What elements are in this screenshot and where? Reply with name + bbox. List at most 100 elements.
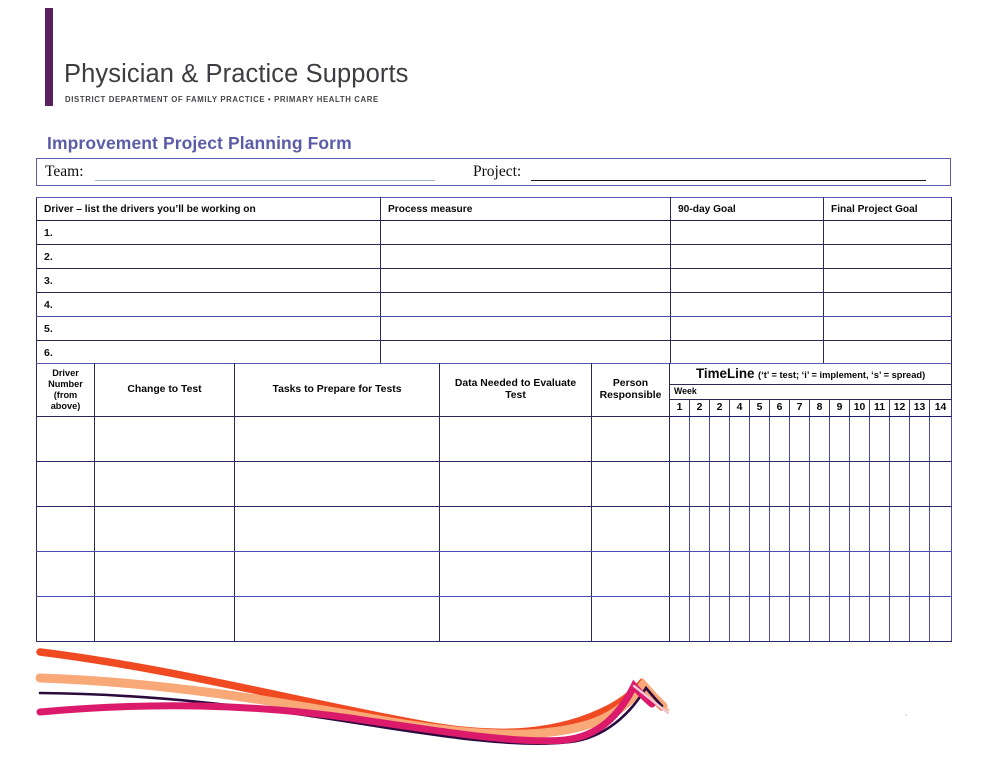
week-cell[interactable] <box>749 461 770 507</box>
week-cell[interactable] <box>709 506 730 552</box>
week-cell[interactable] <box>928 551 953 597</box>
week-cell[interactable] <box>829 506 850 552</box>
driver-number-cell[interactable] <box>36 461 95 507</box>
week-cell[interactable] <box>709 551 730 597</box>
week-cell[interactable] <box>669 416 690 462</box>
week-cell[interactable] <box>769 596 790 642</box>
team-input-rule[interactable] <box>95 180 435 182</box>
week-cell[interactable] <box>809 596 830 642</box>
week-cell[interactable] <box>849 551 870 597</box>
tasks-cell[interactable] <box>234 416 440 462</box>
week-cell[interactable] <box>729 416 750 462</box>
week-cell[interactable] <box>869 551 890 597</box>
data-needed-cell[interactable] <box>439 416 592 462</box>
week-cell[interactable] <box>809 461 830 507</box>
ninety-day-goal-cell[interactable] <box>670 268 824 293</box>
process-measure-cell[interactable] <box>380 292 671 317</box>
week-cell[interactable] <box>928 416 953 462</box>
driver-number-cell[interactable] <box>36 416 95 462</box>
week-cell[interactable] <box>849 416 870 462</box>
week-cell[interactable] <box>789 416 810 462</box>
data-needed-cell[interactable] <box>439 506 592 552</box>
week-cell[interactable] <box>829 461 850 507</box>
driver-row-number[interactable]: 4. <box>36 292 381 317</box>
week-cell[interactable] <box>669 551 690 597</box>
week-cell[interactable] <box>789 461 810 507</box>
process-measure-cell[interactable] <box>380 220 671 245</box>
week-cell[interactable] <box>689 551 710 597</box>
week-cell[interactable] <box>689 506 710 552</box>
tasks-cell[interactable] <box>234 506 440 552</box>
week-cell[interactable] <box>928 506 953 552</box>
process-measure-cell[interactable] <box>380 268 671 293</box>
project-input-rule[interactable] <box>531 180 926 182</box>
week-cell[interactable] <box>669 461 690 507</box>
week-cell[interactable] <box>769 506 790 552</box>
week-cell[interactable] <box>729 551 750 597</box>
week-cell[interactable] <box>669 596 690 642</box>
data-needed-cell[interactable] <box>439 461 592 507</box>
week-cell[interactable] <box>809 416 830 462</box>
week-cell[interactable] <box>928 461 953 507</box>
week-cell[interactable] <box>689 416 710 462</box>
change-to-test-cell[interactable] <box>94 596 235 642</box>
driver-row-number[interactable]: 2. <box>36 244 381 269</box>
driver-row-number[interactable]: 6. <box>36 340 381 365</box>
week-cell[interactable] <box>749 416 770 462</box>
tasks-cell[interactable] <box>234 461 440 507</box>
change-to-test-cell[interactable] <box>94 506 235 552</box>
week-cell[interactable] <box>829 416 850 462</box>
week-cell[interactable] <box>789 551 810 597</box>
week-cell[interactable] <box>869 506 890 552</box>
week-cell[interactable] <box>789 506 810 552</box>
final-goal-cell[interactable] <box>823 220 952 245</box>
week-cell[interactable] <box>689 461 710 507</box>
change-to-test-cell[interactable] <box>94 551 235 597</box>
final-goal-cell[interactable] <box>823 292 952 317</box>
person-responsible-cell[interactable] <box>591 506 670 552</box>
week-cell[interactable] <box>749 551 770 597</box>
week-cell[interactable] <box>909 551 930 597</box>
week-cell[interactable] <box>729 596 750 642</box>
process-measure-cell[interactable] <box>380 316 671 341</box>
week-cell[interactable] <box>928 596 953 642</box>
ninety-day-goal-cell[interactable] <box>670 340 824 365</box>
week-cell[interactable] <box>729 461 750 507</box>
week-cell[interactable] <box>689 596 710 642</box>
ninety-day-goal-cell[interactable] <box>670 244 824 269</box>
week-cell[interactable] <box>749 506 770 552</box>
week-cell[interactable] <box>769 416 790 462</box>
person-responsible-cell[interactable] <box>591 461 670 507</box>
week-cell[interactable] <box>849 461 870 507</box>
driver-number-cell[interactable] <box>36 551 95 597</box>
process-measure-cell[interactable] <box>380 340 671 365</box>
week-cell[interactable] <box>729 506 750 552</box>
week-cell[interactable] <box>889 461 910 507</box>
driver-number-cell[interactable] <box>36 596 95 642</box>
week-cell[interactable] <box>909 416 930 462</box>
ninety-day-goal-cell[interactable] <box>670 292 824 317</box>
week-cell[interactable] <box>749 596 770 642</box>
tasks-cell[interactable] <box>234 596 440 642</box>
person-responsible-cell[interactable] <box>591 416 670 462</box>
person-responsible-cell[interactable] <box>591 596 670 642</box>
week-cell[interactable] <box>669 506 690 552</box>
week-cell[interactable] <box>889 416 910 462</box>
week-cell[interactable] <box>889 596 910 642</box>
week-cell[interactable] <box>909 506 930 552</box>
driver-row-number[interactable]: 5. <box>36 316 381 341</box>
change-to-test-cell[interactable] <box>94 416 235 462</box>
final-goal-cell[interactable] <box>823 340 952 365</box>
tasks-cell[interactable] <box>234 551 440 597</box>
week-cell[interactable] <box>849 506 870 552</box>
week-cell[interactable] <box>909 596 930 642</box>
final-goal-cell[interactable] <box>823 244 952 269</box>
change-to-test-cell[interactable] <box>94 461 235 507</box>
week-cell[interactable] <box>889 506 910 552</box>
week-cell[interactable] <box>709 596 730 642</box>
week-cell[interactable] <box>769 461 790 507</box>
week-cell[interactable] <box>709 461 730 507</box>
week-cell[interactable] <box>909 461 930 507</box>
week-cell[interactable] <box>869 461 890 507</box>
week-cell[interactable] <box>809 551 830 597</box>
